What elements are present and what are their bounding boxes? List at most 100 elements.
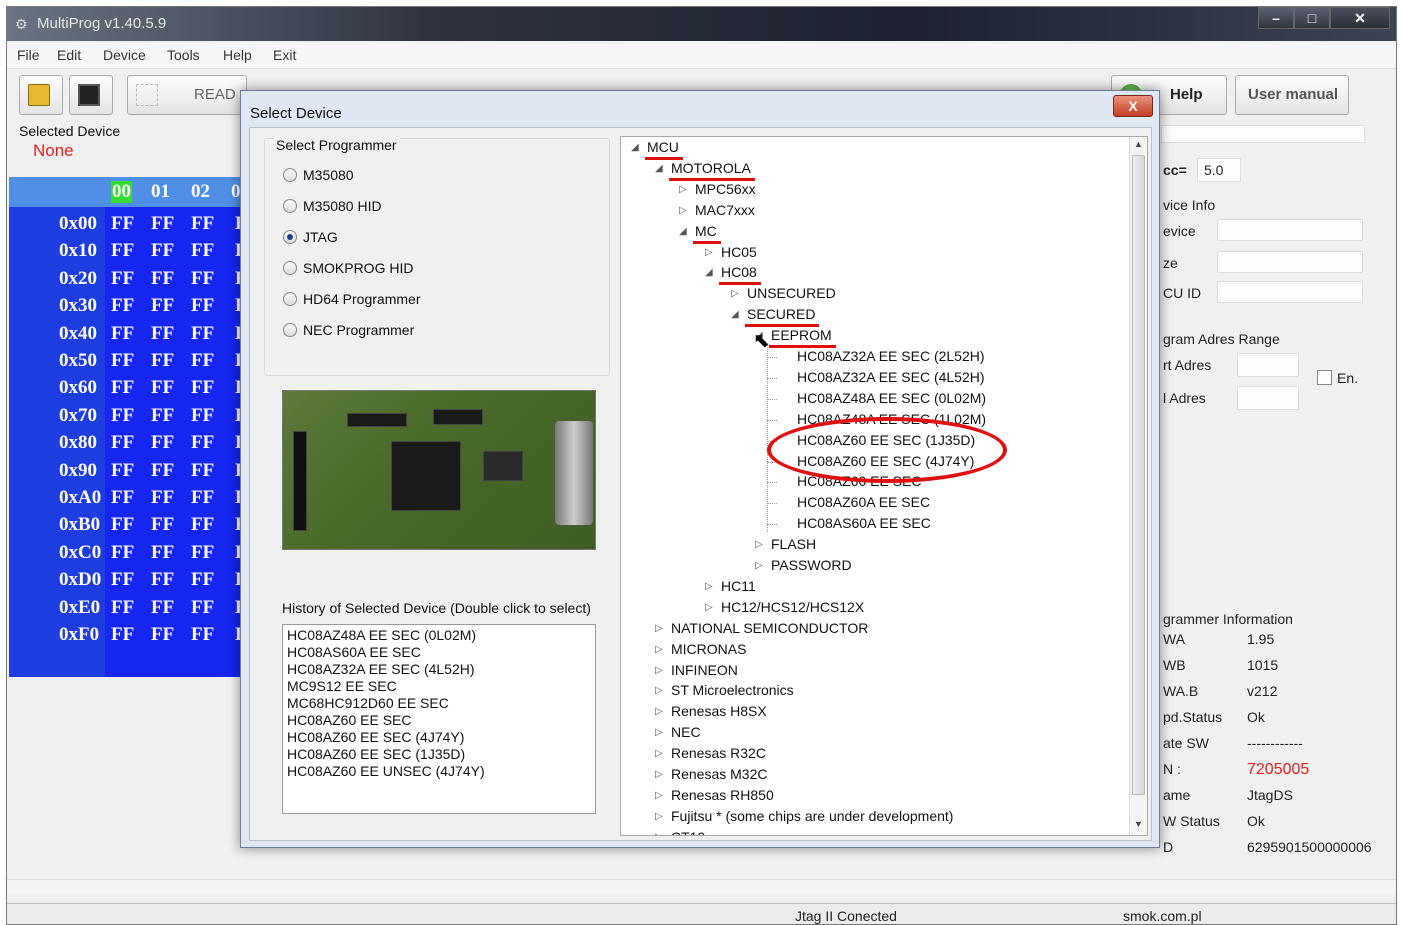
hex-cell[interactable]: FF — [191, 350, 214, 372]
tree-node[interactable]: HC12/HCS12/HCS12X — [721, 598, 864, 616]
hex-cell[interactable]: FF — [151, 350, 174, 372]
hex-cell[interactable]: FF — [191, 487, 214, 509]
radio-icon[interactable] — [283, 323, 297, 337]
tree-scrollbar[interactable]: ▲ ▼ — [1129, 137, 1147, 835]
hex-cell[interactable]: FF — [151, 569, 174, 591]
history-item[interactable]: HC08AZ60 EE SEC (1J35D) — [287, 746, 465, 763]
radio-icon[interactable] — [283, 292, 297, 306]
tree-scroll-thumb[interactable] — [1132, 155, 1145, 795]
minimize-button[interactable]: – — [1258, 7, 1294, 29]
hex-cell[interactable]: FF — [111, 487, 134, 509]
hex-cell[interactable]: FF — [191, 597, 214, 619]
hex-cell[interactable]: FF — [111, 240, 134, 262]
menu-edit[interactable]: Edit — [57, 47, 81, 63]
history-item[interactable]: MC68HC912D60 EE SEC — [287, 695, 449, 712]
hex-cell[interactable]: FF — [151, 514, 174, 536]
hex-cell[interactable]: FF — [111, 213, 134, 235]
hex-cell[interactable]: FF — [191, 377, 214, 399]
collapsed-arrow-icon[interactable]: ▷ — [655, 748, 663, 759]
tree-node[interactable]: HC08 — [721, 263, 757, 281]
hex-cell[interactable]: FF — [191, 624, 214, 646]
tree-node[interactable]: NATIONAL SEMICONDUCTOR — [671, 619, 868, 637]
vcc-field[interactable]: 5.0 — [1197, 158, 1241, 182]
menu-device[interactable]: Device — [103, 47, 146, 63]
programmer-radio[interactable]: JTAG — [283, 229, 338, 245]
expanded-arrow-icon[interactable]: ◢ — [679, 226, 687, 237]
menu-tools[interactable]: Tools — [167, 47, 200, 63]
hex-cell[interactable]: FF — [151, 597, 174, 619]
history-item[interactable]: HC08AZ60 EE SEC (4J74Y) — [287, 729, 464, 746]
programmer-radio[interactable]: M35080 — [283, 167, 354, 183]
tree-node[interactable]: HC05 — [721, 243, 757, 261]
close-window-button[interactable]: ✕ — [1330, 7, 1390, 29]
hex-cell[interactable]: FF — [151, 240, 174, 262]
hex-cell[interactable]: FF — [191, 268, 214, 290]
hex-cell[interactable]: FF — [111, 460, 134, 482]
tree-node[interactable]: MOTOROLA — [671, 159, 751, 177]
user-manual-button[interactable]: User manual — [1235, 75, 1349, 115]
save-file-button[interactable] — [69, 75, 113, 115]
expanded-arrow-icon[interactable]: ◢ — [655, 163, 663, 174]
tree-node[interactable]: PASSWORD — [771, 556, 852, 574]
tree-node[interactable]: Renesas H8SX — [671, 702, 767, 720]
tree-node[interactable]: HC08AZ60A EE SEC — [797, 493, 930, 511]
hex-cell[interactable]: FF — [191, 514, 214, 536]
collapsed-arrow-icon[interactable]: ▷ — [655, 644, 663, 655]
programmer-radio[interactable]: HD64 Programmer — [283, 291, 420, 307]
history-list[interactable]: HC08AZ48A EE SEC (0L02M) HC08AS60A EE SEC… — [282, 624, 596, 814]
tree-node[interactable]: Renesas R32C — [671, 744, 766, 762]
hex-cell[interactable]: FF — [151, 295, 174, 317]
collapsed-arrow-icon[interactable]: ▷ — [679, 205, 687, 216]
hex-cell[interactable]: FF — [111, 624, 134, 646]
collapsed-arrow-icon[interactable]: ▷ — [655, 811, 663, 822]
programmer-radio[interactable]: M35080 HID — [283, 198, 382, 214]
tree-node[interactable]: FLASH — [771, 535, 816, 553]
collapsed-arrow-icon[interactable]: ▷ — [655, 623, 663, 634]
hex-cell[interactable]: FF — [111, 432, 134, 454]
tree-node[interactable]: UNSECURED — [747, 284, 836, 302]
hex-cell[interactable]: FF — [191, 323, 214, 345]
end-adres-field[interactable] — [1237, 386, 1299, 410]
history-item[interactable]: HC08AZ32A EE SEC (4L52H) — [287, 661, 475, 678]
enable-checkbox[interactable] — [1317, 370, 1332, 385]
hex-cell[interactable]: FF — [111, 514, 134, 536]
collapsed-arrow-icon[interactable]: ▷ — [705, 247, 713, 258]
tree-node[interactable]: Fujitsu * (some chips are under developm… — [671, 807, 953, 825]
history-item[interactable]: HC08AZ60 EE UNSEC (4J74Y) — [287, 763, 485, 780]
hex-cell[interactable]: FF — [151, 460, 174, 482]
history-item[interactable]: HC08AZ60 EE SEC — [287, 712, 412, 729]
dialog-close-button[interactable]: X — [1113, 95, 1153, 117]
programmer-radio[interactable]: NEC Programmer — [283, 322, 414, 338]
history-item[interactable]: HC08AZ48A EE SEC (0L02M) — [287, 627, 476, 644]
tree-node[interactable]: HC08AZ32A EE SEC (4L52H) — [797, 368, 985, 386]
tree-node[interactable]: INFINEON — [671, 661, 738, 679]
tree-node[interactable]: HC08AZ32A EE SEC (2L52H) — [797, 347, 985, 365]
tree-node[interactable]: HC08AZ48A EE SEC (0L02M) — [797, 389, 986, 407]
collapsed-arrow-icon[interactable]: ▷ — [655, 665, 663, 676]
hex-cell[interactable]: FF — [111, 295, 134, 317]
collapsed-arrow-icon[interactable]: ▷ — [731, 288, 739, 299]
expanded-arrow-icon[interactable]: ◢ — [705, 267, 713, 278]
radio-icon[interactable] — [283, 230, 297, 244]
hex-cell[interactable]: FF — [151, 432, 174, 454]
hex-cell[interactable]: FF — [111, 268, 134, 290]
collapsed-arrow-icon[interactable]: ▷ — [705, 581, 713, 592]
expanded-arrow-icon[interactable]: ◢ — [731, 309, 739, 320]
radio-icon[interactable] — [283, 261, 297, 275]
collapsed-arrow-icon[interactable]: ▷ — [755, 560, 763, 571]
site-link[interactable]: smok.com.pl — [1123, 908, 1202, 924]
hex-cell[interactable]: FF — [191, 213, 214, 235]
collapsed-arrow-icon[interactable]: ▷ — [679, 184, 687, 195]
tree-node[interactable]: MAC7xxx — [695, 201, 755, 219]
menu-file[interactable]: File — [17, 47, 40, 63]
menu-help[interactable]: Help — [223, 47, 252, 63]
horizontal-scrollbar[interactable] — [7, 879, 1396, 893]
history-item[interactable]: MC9S12 EE SEC — [287, 678, 397, 695]
hex-cell[interactable]: FF — [151, 377, 174, 399]
hex-cell[interactable]: FF — [111, 405, 134, 427]
hex-cell[interactable]: FF — [191, 542, 214, 564]
tree-node[interactable]: MICRONAS — [671, 640, 746, 658]
tree-node[interactable]: MC — [695, 222, 717, 240]
tree-node[interactable]: EEPROM — [771, 326, 832, 344]
tree-node[interactable]: Renesas RH850 — [671, 786, 774, 804]
